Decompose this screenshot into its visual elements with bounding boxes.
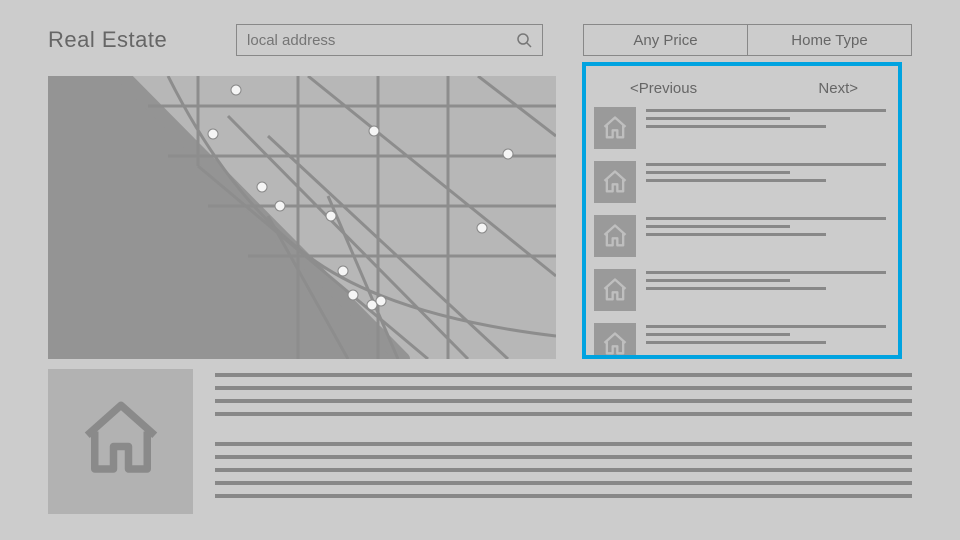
map-pin[interactable] — [376, 296, 386, 306]
result-thumbnail — [594, 215, 636, 257]
home-icon — [601, 330, 629, 358]
price-filter-button[interactable]: Any Price — [583, 24, 748, 56]
home-icon — [601, 222, 629, 250]
app-title: Real Estate — [48, 27, 196, 53]
map-pin[interactable] — [208, 129, 218, 139]
result-text — [646, 215, 886, 257]
header: Real Estate Any Price Home Type — [0, 0, 960, 56]
list-item[interactable] — [594, 215, 886, 257]
result-thumbnail — [594, 161, 636, 203]
home-icon — [601, 276, 629, 304]
result-thumbnail — [594, 269, 636, 311]
results-list — [594, 107, 886, 359]
filter-bar: Any Price Home Type — [583, 24, 912, 56]
map-pin[interactable] — [369, 126, 379, 136]
home-icon — [601, 114, 629, 142]
result-text — [646, 269, 886, 311]
list-item[interactable] — [594, 323, 886, 359]
list-item[interactable] — [594, 269, 886, 311]
map-pin[interactable] — [257, 182, 267, 192]
detail-text — [215, 369, 912, 514]
result-thumbnail — [594, 323, 636, 359]
map-pin[interactable] — [477, 223, 487, 233]
type-filter-button[interactable]: Home Type — [747, 24, 912, 56]
pagination: <Previous Next> — [594, 74, 886, 107]
map-pin[interactable] — [326, 211, 336, 221]
result-text — [646, 107, 886, 149]
map-pin[interactable] — [348, 290, 358, 300]
map-pin[interactable] — [338, 266, 348, 276]
map-pin[interactable] — [503, 149, 513, 159]
prev-button[interactable]: <Previous — [630, 80, 697, 97]
result-text — [646, 323, 886, 359]
result-thumbnail — [594, 107, 636, 149]
home-icon — [76, 394, 166, 489]
list-item[interactable] — [594, 161, 886, 203]
search-icon — [516, 32, 532, 48]
map-pin[interactable] — [275, 201, 285, 211]
map-pin[interactable] — [231, 85, 241, 95]
home-icon — [601, 168, 629, 196]
next-button[interactable]: Next> — [818, 80, 858, 97]
list-item[interactable] — [594, 107, 886, 149]
result-text — [646, 161, 886, 203]
detail-thumbnail — [48, 369, 193, 514]
search-box[interactable] — [236, 24, 543, 56]
map[interactable] — [48, 76, 556, 359]
map-pin[interactable] — [367, 300, 377, 310]
search-input[interactable] — [247, 32, 516, 49]
detail-section — [0, 359, 960, 514]
results-panel: <Previous Next> — [582, 62, 902, 359]
